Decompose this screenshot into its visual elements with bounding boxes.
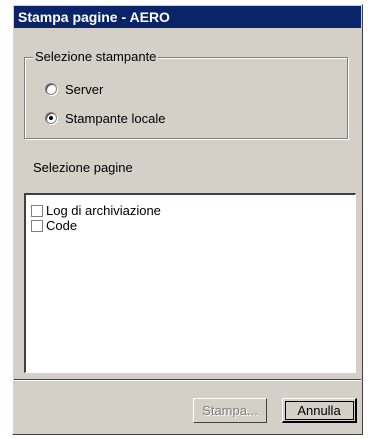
- list-item-label: Log di archiviazione: [46, 203, 161, 218]
- list-item-queues[interactable]: Code: [31, 218, 77, 233]
- radio-local-printer-icon[interactable]: [45, 112, 57, 124]
- page-selection-list[interactable]: Log di archiviazione Code: [24, 193, 356, 373]
- radio-server-icon[interactable]: [45, 83, 57, 95]
- checkbox-archive-log[interactable]: [31, 204, 43, 217]
- window-title[interactable]: Stampa pagine - AERO: [14, 6, 361, 28]
- cancel-button[interactable]: Annulla: [282, 398, 357, 423]
- printer-selection-group: Selezione stampante Server Stampante loc…: [24, 49, 348, 139]
- page-selection-label: Selezione pagine: [33, 160, 133, 175]
- list-item-label: Code: [46, 218, 78, 233]
- list-item-archive-log[interactable]: Log di archiviazione: [31, 203, 161, 218]
- checkbox-queues[interactable]: [31, 219, 43, 232]
- radio-server[interactable]: Server: [45, 80, 103, 98]
- footer-separator: [14, 379, 361, 381]
- radio-local-printer[interactable]: Stampante locale: [45, 109, 165, 127]
- radio-local-printer-label: Stampante locale: [65, 110, 166, 126]
- print-button[interactable]: Stampa...: [193, 398, 267, 423]
- print-pages-dialog: Stampa pagine - AERO Selezione stampante…: [12, 4, 363, 435]
- radio-server-label: Server: [65, 81, 104, 97]
- printer-selection-legend: Selezione stampante: [33, 49, 159, 65]
